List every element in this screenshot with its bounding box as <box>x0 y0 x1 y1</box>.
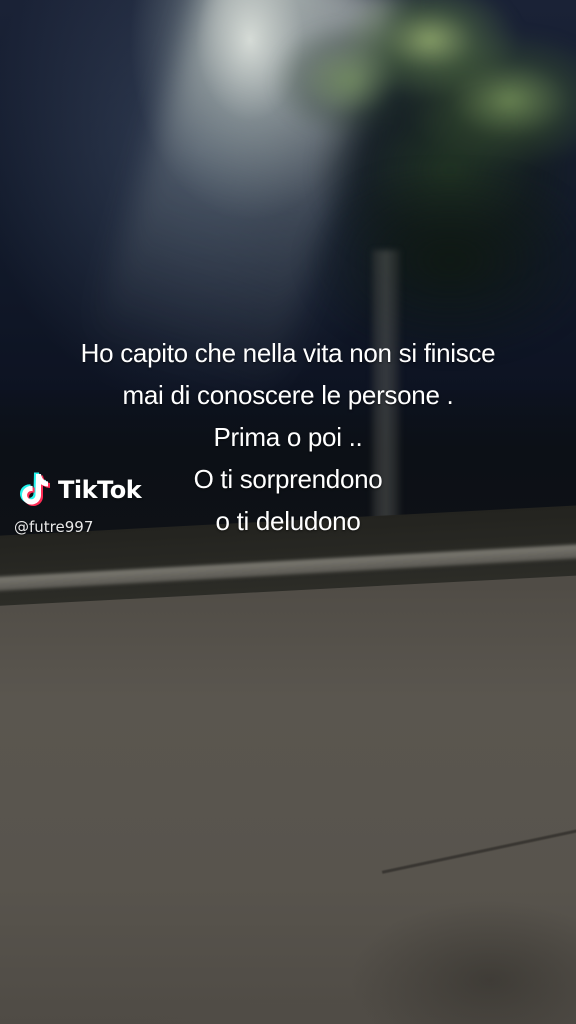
caption-line-2: mai di conoscere le persone . <box>122 380 454 410</box>
caption-line-1: Ho capito che nella vita non si finisce <box>80 338 496 368</box>
tiktok-wordmark: TikTok <box>58 476 142 504</box>
caption-line-3: Prima o poi .. <box>213 422 363 452</box>
tiktok-logo-icon <box>20 472 50 506</box>
video-frame: Ho capito che nella vita non si finisce … <box>0 0 576 1024</box>
tiktok-logo: TikTok <box>18 468 142 512</box>
creator-handle: @futre997 <box>14 518 94 536</box>
road-shade <box>340 900 576 1024</box>
tiktok-watermark: TikTok @futre997 <box>14 468 164 548</box>
